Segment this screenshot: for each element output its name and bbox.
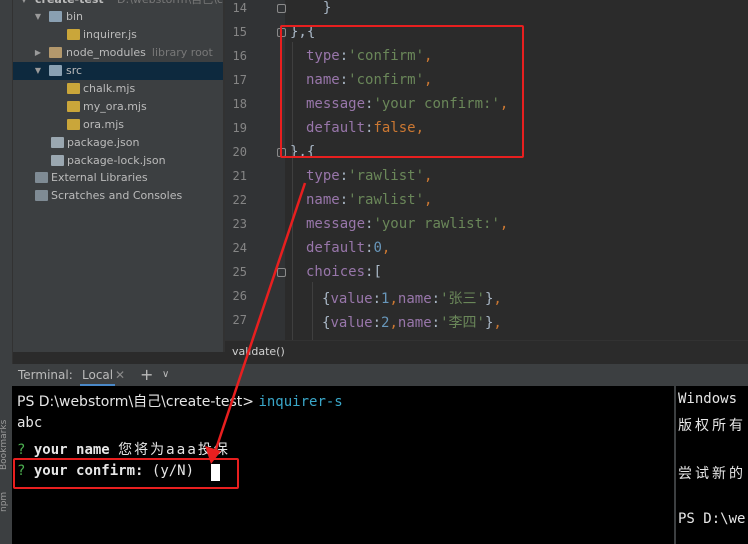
tree-item-label: my_ora.mjs [83,100,147,113]
terminal-line: PS D:\webstorm\自己\create-test> inquirer-… [17,391,343,411]
line-number: 23 [232,217,247,231]
fold-icon[interactable] [277,4,286,13]
terminal-line: 版权所有 [678,418,746,434]
tree-item-node-modules[interactable]: ▶ node_modules library root [13,44,223,62]
line-number: 27 [232,313,247,327]
js-file-icon [67,83,80,94]
terminal-title: Terminal: [18,368,73,382]
line-number: 20 [232,145,247,159]
tree-item-package-json[interactable]: package.json [13,134,223,152]
question-answer: 您将为aaa投保 [118,442,230,458]
line-number: 17 [232,73,247,87]
npm-tool-button[interactable]: npm [0,492,9,512]
shell-command: inquirer-s [258,394,343,410]
code-line-26: {value:1,name:'张三'}, [322,291,502,307]
highlight-box-code [280,25,524,158]
code-line-25: choices:[ [306,264,382,280]
tab-local[interactable]: Local [80,364,116,386]
folder-icon [49,65,62,76]
folder-icon [49,47,62,58]
code-line-22: name:'rawlist', [306,192,433,208]
terminal-line: Windows [678,391,738,407]
terminal-line: PS D:\we [678,511,746,527]
code-line-21: type:'rawlist', [306,168,433,184]
terminal-toolbar: Terminal: Local ✕ + ∨ [12,364,748,387]
line-number: 22 [232,193,247,207]
close-icon[interactable]: ✕ [115,364,125,386]
js-file-icon [67,119,80,130]
tree-item-scratches[interactable]: Scratches and Consoles [13,187,223,205]
scratches-icon [35,190,48,201]
tree-item-ora-mjs[interactable]: ora.mjs [13,116,223,134]
line-number: 16 [232,49,247,63]
tree-item-label: External Libraries [51,171,148,184]
terminal-line: 尝试新的 [678,466,746,482]
tree-item-label: inquirer.js [83,28,137,41]
line-number: 26 [232,289,247,303]
chevron-right-icon: ▶ [34,48,42,57]
tree-item-my-ora-mjs[interactable]: my_ora.mjs [13,98,223,116]
breadcrumb-item[interactable]: validate() [232,345,285,358]
tree-item-external-libraries[interactable]: External Libraries [13,169,223,187]
json-file-icon [51,155,64,166]
tab-label: Local [82,368,114,382]
terminal-line: abc [17,415,43,431]
tree-item-chalk-mjs[interactable]: chalk.mjs [13,80,223,98]
question-label: your name [33,442,110,458]
tree-item-label: chalk.mjs [83,82,136,95]
tree-item-bin[interactable]: ▼ bin [13,8,223,26]
folder-icon [49,11,62,22]
breadcrumb: validate() [225,340,748,365]
line-number: 21 [232,169,247,183]
tree-item-label: package.json [67,136,140,149]
code-line-23: message:'your rawlist:', [306,216,509,232]
line-number: 18 [232,97,247,111]
shell-prompt: PS D:\webstorm\自己\create-test> [17,394,259,410]
tree-item-label: package-lock.json [67,154,166,167]
tree-item-package-lock-json[interactable]: package-lock.json [13,152,223,170]
chevron-down-icon: ▼ [34,12,42,21]
add-tab-icon[interactable]: + [140,364,153,386]
code-line-24: default:0, [306,240,391,256]
bookmarks-tool-button[interactable]: Bookmarks [0,420,9,470]
project-tree: ▼ create-test D:\webstorm\自己\cre ▼ bin i… [13,0,223,352]
line-number: 25 [232,265,247,279]
tree-item-label: ora.mjs [83,118,124,131]
code-line-27: {value:2,name:'李四'}, [322,315,502,331]
terminal-line: ? your name 您将为aaa投保 [17,439,230,459]
chevron-down-icon: ▼ [34,66,42,75]
tree-item-label: bin [66,10,84,23]
tree-item-label: src [66,64,83,77]
tree-item-label: Scratches and Consoles [51,189,183,202]
library-root-tag: library root [151,46,213,59]
line-number: 14 [232,1,247,15]
line-number: 19 [232,121,247,135]
terminal-output-secondary[interactable]: Windows 版权所有 尝试新的 PS D:\we [676,386,748,544]
tree-item-inquirer-js[interactable]: inquirer.js [13,26,223,44]
highlight-box-terminal [13,458,239,489]
question-mark: ? [17,442,26,458]
js-file-icon [67,29,80,40]
js-file-icon [67,101,80,112]
json-file-icon [51,137,64,148]
code-line-14: } [306,0,332,16]
tree-item-label: node_modules [66,46,146,59]
tree-item-src[interactable]: ▼ src [13,62,223,80]
fold-icon[interactable] [277,268,286,277]
line-number: 24 [232,241,247,255]
library-icon [35,172,48,183]
chevron-down-icon[interactable]: ∨ [162,364,169,386]
line-number: 15 [232,25,247,39]
